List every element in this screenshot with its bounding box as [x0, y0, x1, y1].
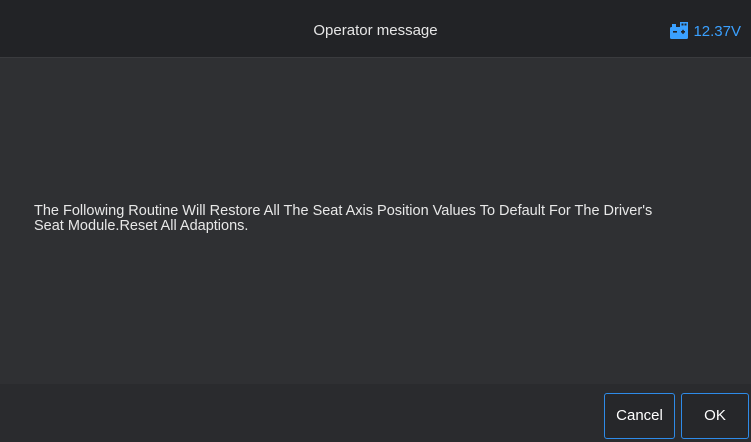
ok-button[interactable]: OK	[681, 393, 749, 439]
header-bar: Operator message 12.37V	[0, 0, 751, 58]
message-area: The Following Routine Will Restore All T…	[0, 58, 751, 384]
page-title: Operator message	[313, 22, 438, 39]
message-line: The Following Routine Will Restore All T…	[34, 203, 653, 219]
car-battery-icon	[669, 22, 689, 40]
button-bar: Cancel OK	[0, 384, 751, 442]
message-line: Seat Module.Reset All Adaptions.	[34, 218, 249, 234]
battery-voltage: 12.37V	[693, 22, 741, 40]
battery-status: 12.37V	[669, 20, 741, 42]
operator-message-text: The Following Routine Will Restore All T…	[34, 204, 717, 234]
cancel-button[interactable]: Cancel	[604, 393, 675, 439]
operator-message-screen: Operator message 12.37V The Following Ro…	[0, 0, 751, 442]
